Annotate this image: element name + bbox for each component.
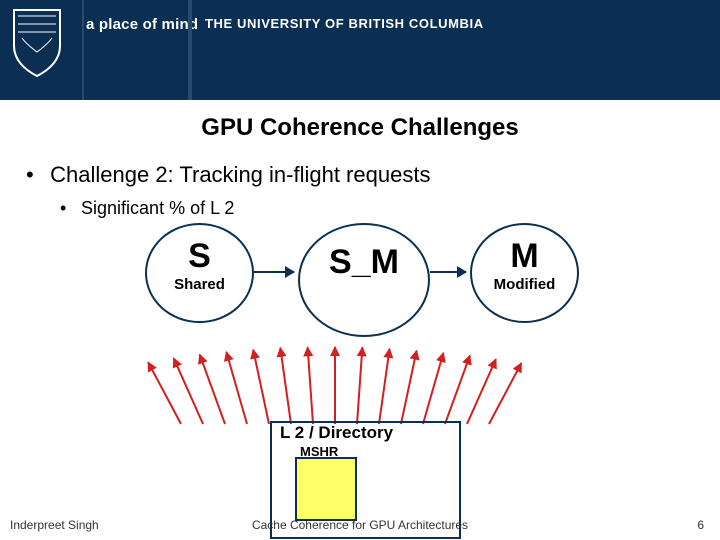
state-s-sub: Shared [147, 277, 252, 292]
footer-title: Cache Coherence for GPU Architectures [0, 518, 720, 532]
directory-label: L 2 / Directory [280, 423, 393, 443]
arrow-sm-to-m [430, 271, 466, 273]
mshr-label: MSHR [300, 444, 338, 459]
state-m-sub: Modified [472, 277, 577, 292]
request-arrow-icon [252, 349, 270, 424]
request-arrow-icon [356, 347, 363, 424]
state-m-label: M [472, 239, 577, 273]
header-divider-2 [188, 0, 192, 100]
request-arrow-icon [225, 352, 248, 425]
request-arrow-icon [279, 348, 292, 425]
bullet-dot-icon: • [60, 198, 76, 219]
request-arrow-icon [307, 347, 314, 424]
bullet-level-1: • Challenge 2: Tracking in-flight reques… [26, 162, 720, 188]
state-diagram: S Shared S_M M Modified L 2 / Directory … [0, 219, 720, 519]
request-arrow-icon [334, 347, 336, 424]
bullet-2-text: Significant % of L 2 [81, 198, 234, 218]
state-s-label: S [147, 239, 252, 273]
slide-title: GPU Coherence Challenges [0, 114, 720, 142]
mshr-box [295, 457, 357, 521]
request-arrow-icon [147, 362, 182, 425]
state-sm-label: S_M [300, 245, 428, 279]
university-name: THE UNIVERSITY OF BRITISH COLUMBIA [205, 16, 484, 31]
request-arrow-icon [422, 353, 444, 425]
request-arrow-icon [444, 355, 471, 424]
state-modified: M Modified [470, 223, 579, 323]
request-arrows [170, 344, 490, 424]
request-arrow-icon [378, 349, 391, 425]
bullet-dot-icon: • [26, 162, 44, 188]
request-arrow-icon [400, 350, 418, 424]
bullet-level-2: • Significant % of L 2 [60, 198, 720, 219]
tagline: a place of mind [86, 16, 198, 33]
ubc-crest-icon [10, 8, 64, 78]
request-arrow-icon [199, 354, 226, 424]
bullet-1-text: Challenge 2: Tracking in-flight requests [50, 162, 430, 187]
header-bar: a place of mind THE UNIVERSITY OF BRITIS… [0, 0, 720, 100]
footer-page: 6 [697, 518, 704, 532]
state-shared: S Shared [145, 223, 254, 323]
request-arrow-icon [488, 363, 522, 425]
arrow-s-to-sm [254, 271, 294, 273]
header-divider [82, 0, 84, 100]
state-s-to-m: S_M [298, 223, 430, 337]
